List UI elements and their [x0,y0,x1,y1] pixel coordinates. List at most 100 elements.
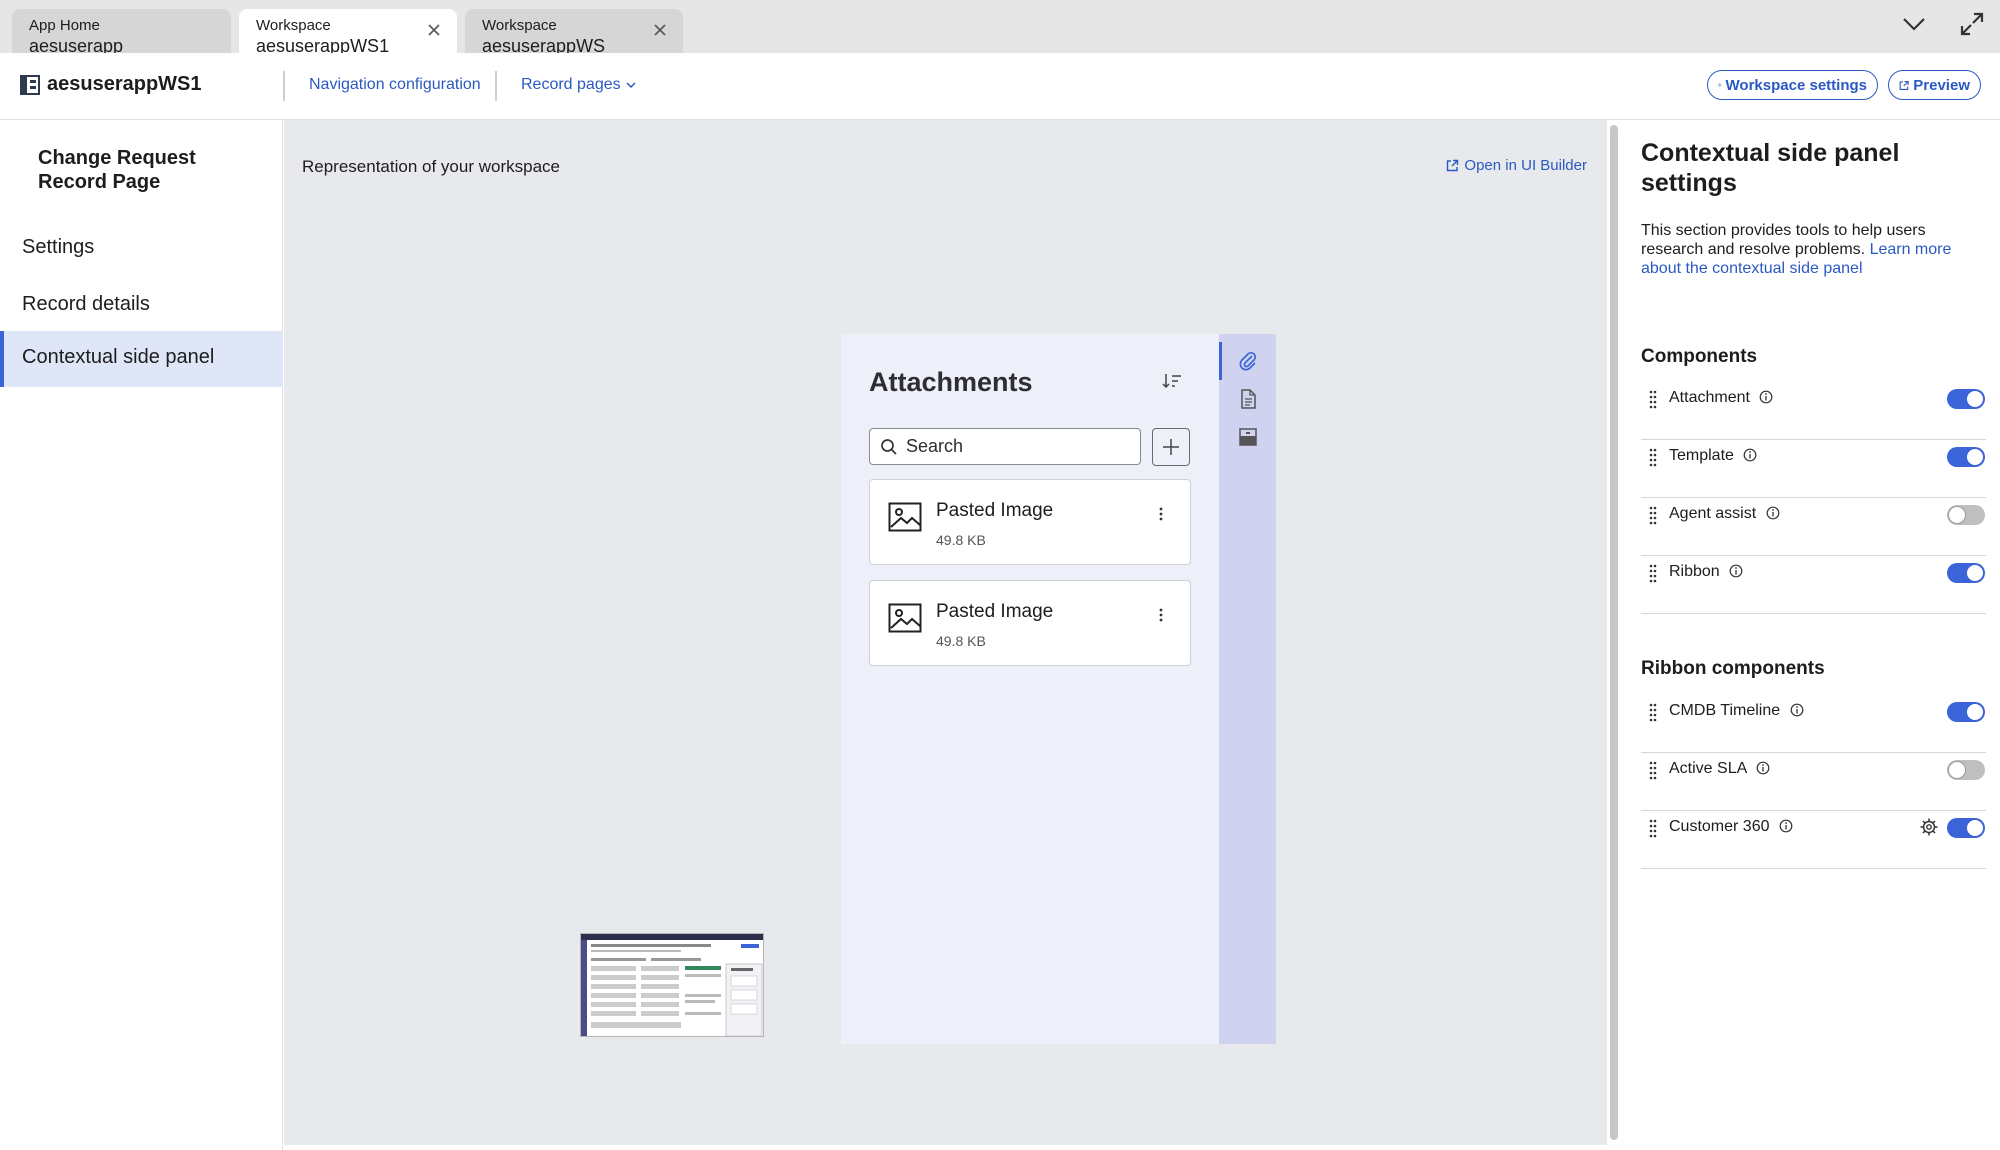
ribbon-toggle[interactable] [1947,563,1985,583]
info-icon[interactable] [1759,390,1773,404]
cmdb-timeline-toggle[interactable] [1947,702,1985,722]
ribbon-component-label: Active SLA [1669,760,1770,778]
plus-icon [1163,439,1179,455]
agent-assist-toggle[interactable] [1947,505,1985,525]
workspace-thumbnail-image [581,934,763,1037]
settings-title: Contextual side panel settings [1641,139,1900,197]
settings-panel: Contextual side panel settings This sect… [1620,120,2000,1150]
page-title: Change Request Record Page [38,147,196,193]
ribbon-icon[interactable] [1237,426,1259,448]
component-label: Template [1669,447,1757,465]
close-tab-icon[interactable] [425,21,443,39]
component-label-text: Template [1669,447,1734,464]
tab-workspace-ws[interactable]: Workspace aesuserappWS [465,9,683,56]
customer-360-toggle[interactable] [1947,818,1985,838]
component-row-ribbon: Ribbon [1641,556,1986,614]
info-icon[interactable] [1766,506,1780,520]
ribbon-row-customer-360: Customer 360 [1641,811,1986,869]
chevron-down-icon[interactable] [1900,14,1928,34]
component-row-attachment: Attachment [1641,382,1986,440]
workspace-settings-button[interactable]: Workspace settings [1707,70,1878,100]
component-label-text: Attachment [1669,389,1750,406]
tab-app-home-line1: App Home [29,17,100,34]
component-label-text: Agent assist [1669,505,1757,522]
more-options-icon[interactable] [1158,506,1164,522]
attachments-title: Attachments [869,367,1033,397]
nav-item-record-details[interactable]: Record details [0,278,283,334]
component-label: Agent assist [1669,505,1780,523]
workspace-thumbnail[interactable] [580,933,764,1037]
nav-item-settings[interactable]: Settings [0,221,283,277]
more-options-icon[interactable] [1158,607,1164,623]
attachment-toggle[interactable] [1947,389,1985,409]
record-pages-label: Record pages [521,76,621,93]
header-divider [283,71,285,101]
preview-button[interactable]: Preview [1888,70,1981,100]
component-row-template: Template [1641,440,1986,498]
toggle-knob [1948,761,1966,779]
attachments-search-input[interactable]: Search [869,428,1141,465]
info-icon[interactable] [1729,564,1743,578]
info-icon[interactable] [1790,703,1804,717]
add-attachment-button[interactable] [1152,428,1190,466]
header-divider [495,71,497,101]
app-header: aesuserappWS1 Navigation configuration R… [0,53,2000,120]
search-placeholder: Search [906,436,964,456]
nav-item-contextual-side-panel[interactable]: Contextual side panel [0,331,283,387]
image-icon [888,603,922,633]
drag-handle-icon[interactable] [1649,505,1657,525]
tab-workspace-ws1[interactable]: Workspace aesuserappWS1 [239,9,457,56]
gear-icon [1718,83,1722,87]
active-sla-toggle[interactable] [1947,760,1985,780]
info-icon[interactable] [1756,761,1770,775]
toggle-knob [1948,506,1966,524]
drag-handle-icon[interactable] [1649,389,1657,409]
ribbon-component-label: Customer 360 [1669,818,1793,836]
template-toggle[interactable] [1947,447,1985,467]
toggle-knob [1966,819,1984,837]
info-icon[interactable] [1779,819,1793,833]
app-grid-icon [20,75,40,95]
sort-icon[interactable] [1161,371,1183,391]
side-panel-rail [1219,334,1276,1044]
drag-handle-icon[interactable] [1649,760,1657,780]
toggle-knob [1966,390,1984,408]
component-label-text: Ribbon [1669,563,1720,580]
expand-icon[interactable] [1958,10,1986,38]
gear-icon[interactable] [1919,817,1939,837]
components-heading: Components [1641,346,1758,367]
representation-label: Representation of your workspace [302,157,560,176]
drag-handle-icon[interactable] [1649,818,1657,838]
toggle-knob [1966,564,1984,582]
left-navigation: Change Request Record Page Settings Reco… [0,120,283,1150]
record-pages-dropdown[interactable]: Record pages [521,76,638,94]
chevron-down-icon [626,82,636,89]
ribbon-row-active-sla: Active SLA [1641,753,1986,811]
external-link-icon [1899,80,1909,90]
external-link-icon [1447,159,1459,172]
drag-handle-icon[interactable] [1649,563,1657,583]
drag-handle-icon[interactable] [1649,447,1657,467]
ribbon-component-label-text: Active SLA [1669,760,1747,777]
tab-bar: App Home aesuserapp Workspace aesuserapp… [0,0,2000,56]
workspace-settings-label: Workspace settings [1725,76,1867,94]
attachment-card[interactable]: Pasted Image 49.8 KB [869,580,1191,666]
preview-label: Preview [1913,76,1970,94]
open-in-ui-builder-link[interactable]: Open in UI Builder [1446,157,1587,174]
image-icon [888,502,922,532]
canvas-scrollbar[interactable] [1610,125,1618,1140]
ribbon-component-label: CMDB Timeline [1669,702,1804,720]
attachments-panel: Attachments Search Pasted Image 49.8 KB [841,334,1219,1044]
attachment-card[interactable]: Pasted Image 49.8 KB [869,479,1191,565]
close-tab-icon[interactable] [651,21,669,39]
ribbon-components-heading: Ribbon components [1641,658,1825,679]
drag-handle-icon[interactable] [1649,702,1657,722]
navigation-configuration-link[interactable]: Navigation configuration [309,76,481,94]
info-icon[interactable] [1743,448,1757,462]
template-document-icon[interactable] [1237,388,1259,410]
component-label: Ribbon [1669,563,1743,581]
ribbon-component-label-text: Customer 360 [1669,818,1770,835]
search-icon [881,438,897,455]
paperclip-icon[interactable] [1237,350,1259,372]
tab-app-home[interactable]: App Home aesuserapp [12,9,231,56]
